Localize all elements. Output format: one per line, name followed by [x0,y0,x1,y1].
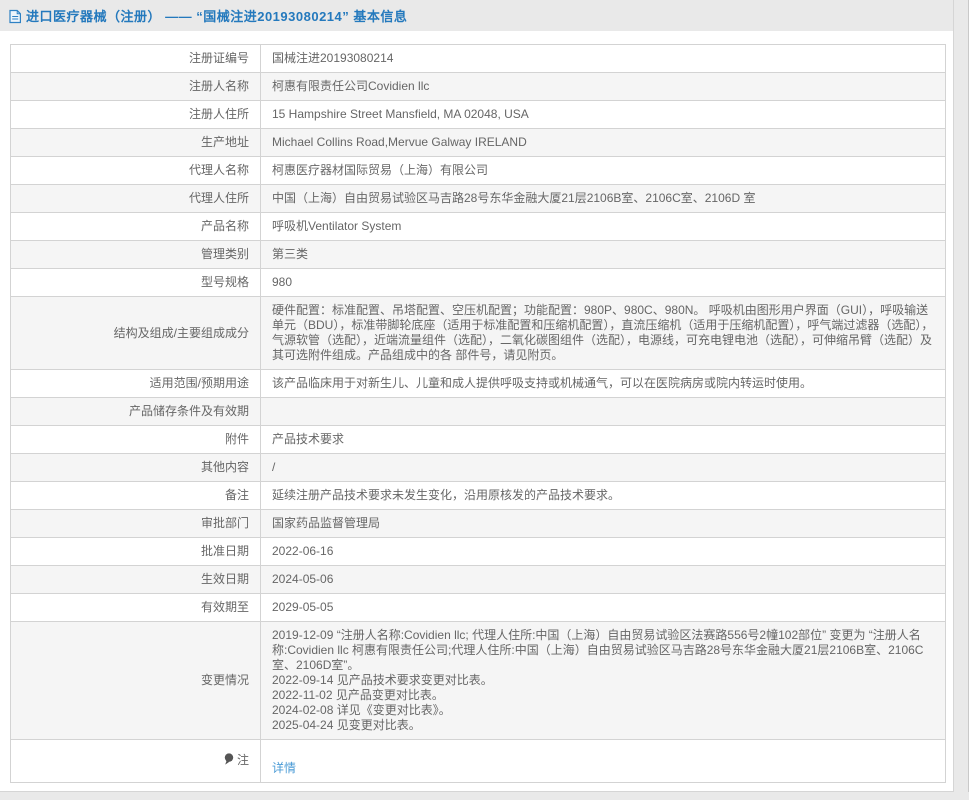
table-row: 其他内容 / [11,454,946,482]
page-margin-bottom [0,792,969,800]
note-pin-icon [224,753,234,769]
table-row: 型号规格 980 [11,269,946,297]
row-label: 生效日期 [11,566,261,594]
row-value: 2019-12-09 “注册人名称:Covidien llc; 代理人住所:中国… [261,622,946,740]
page-title: 进口医疗器械（注册） —— “国械注进20193080214” 基本信息 [26,6,407,25]
table-row: 代理人名称 柯惠医疗器材国际贸易（上海）有限公司 [11,157,946,185]
row-label: 审批部门 [11,510,261,538]
row-label: 注 [11,740,261,783]
row-label: 有效期至 [11,594,261,622]
table-row: 注册人住所 15 Hampshire Street Mansfield, MA … [11,101,946,129]
row-value: 柯惠医疗器材国际贸易（上海）有限公司 [261,157,946,185]
table-row: 适用范围/预期用途 该产品临床用于对新生儿、儿童和成人提供呼吸支持或机械通气，可… [11,370,946,398]
table-row: 注册人名称 柯惠有限责任公司Covidien llc [11,73,946,101]
table-row: 变更情况 2019-12-09 “注册人名称:Covidien llc; 代理人… [11,622,946,740]
row-value [261,398,946,426]
registration-info-table: 注册证编号 国械注进20193080214 注册人名称 柯惠有限责任公司Covi… [10,44,946,783]
row-value: Michael Collins Road,Mervue Galway IRELA… [261,129,946,157]
row-label: 生产地址 [11,129,261,157]
row-label: 注册证编号 [11,45,261,73]
row-value: 延续注册产品技术要求未发生变化，沿用原核发的产品技术要求。 [261,482,946,510]
row-value: 硬件配置：标准配置、吊塔配置、空压机配置；功能配置：980P、980C、980N… [261,297,946,370]
row-label: 注册人名称 [11,73,261,101]
content-area: 进口医疗器械（注册） —— “国械注进20193080214” 基本信息 注册证… [0,0,954,792]
row-value: 980 [261,269,946,297]
table-row: 生效日期 2024-05-06 [11,566,946,594]
table-row: 产品储存条件及有效期 [11,398,946,426]
row-value: 产品技术要求 [261,426,946,454]
table-row: 结构及组成/主要组成成分 硬件配置：标准配置、吊塔配置、空压机配置；功能配置：9… [11,297,946,370]
table-row: 注册证编号 国械注进20193080214 [11,45,946,73]
table-row: 附件 产品技术要求 [11,426,946,454]
row-label: 批准日期 [11,538,261,566]
table-row: 批准日期 2022-06-16 [11,538,946,566]
row-label: 产品名称 [11,213,261,241]
table-row: 管理类别 第三类 [11,241,946,269]
row-value: 国家药品监督管理局 [261,510,946,538]
row-value: 2022-06-16 [261,538,946,566]
page: 进口医疗器械（注册） —— “国械注进20193080214” 基本信息 注册证… [0,0,969,800]
row-label: 代理人名称 [11,157,261,185]
row-label: 变更情况 [11,622,261,740]
table-row: 生产地址 Michael Collins Road,Mervue Galway … [11,129,946,157]
table-row-note: 注 详情 [11,740,946,783]
row-label: 附件 [11,426,261,454]
detail-link[interactable]: 详情 [272,761,296,775]
table-row: 审批部门 国家药品监督管理局 [11,510,946,538]
row-label: 代理人住所 [11,185,261,213]
table-row: 备注 延续注册产品技术要求未发生变化，沿用原核发的产品技术要求。 [11,482,946,510]
row-value: 中国（上海）自由贸易试验区马吉路28号东华金融大厦21层2106B室、2106C… [261,185,946,213]
row-value: 呼吸机Ventilator System [261,213,946,241]
row-label: 注册人住所 [11,101,261,129]
row-label: 管理类别 [11,241,261,269]
row-label: 其他内容 [11,454,261,482]
note-label-text: 注 [237,753,249,767]
row-value: 2029-05-05 [261,594,946,622]
table-row: 产品名称 呼吸机Ventilator System [11,213,946,241]
page-margin-right [954,0,969,800]
row-value: 第三类 [261,241,946,269]
row-value: 柯惠有限责任公司Covidien llc [261,73,946,101]
row-value: 15 Hampshire Street Mansfield, MA 02048,… [261,101,946,129]
row-value: 2024-05-06 [261,566,946,594]
row-label: 结构及组成/主要组成成分 [11,297,261,370]
row-value: / [261,454,946,482]
row-label: 产品储存条件及有效期 [11,398,261,426]
table-row: 代理人住所 中国（上海）自由贸易试验区马吉路28号东华金融大厦21层2106B室… [11,185,946,213]
table-row: 有效期至 2029-05-05 [11,594,946,622]
row-value: 详情 [261,740,946,783]
row-value: 该产品临床用于对新生儿、儿童和成人提供呼吸支持或机械通气，可以在医院病房或院内转… [261,370,946,398]
document-icon [8,9,22,24]
row-value: 国械注进20193080214 [261,45,946,73]
row-label: 适用范围/预期用途 [11,370,261,398]
row-label: 备注 [11,482,261,510]
page-header: 进口医疗器械（注册） —— “国械注进20193080214” 基本信息 [0,0,953,31]
row-label: 型号规格 [11,269,261,297]
